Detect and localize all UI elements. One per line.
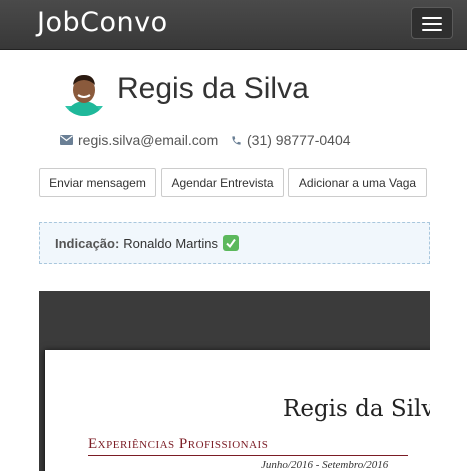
schedule-interview-button[interactable]: Agendar Entrevista bbox=[161, 168, 284, 197]
email-text: regis.silva@email.com bbox=[78, 132, 219, 148]
indicacao-value: Ronaldo Martins bbox=[123, 235, 218, 251]
phone-icon bbox=[232, 135, 241, 145]
email-contact[interactable]: regis.silva@email.com bbox=[60, 132, 218, 148]
hamburger-menu-icon bbox=[422, 17, 442, 19]
indicacao-box: Indicação: Ronaldo Martins bbox=[39, 222, 430, 264]
phone-text: (31) 98777-0404 bbox=[247, 132, 351, 148]
hamburger-menu-button[interactable] bbox=[411, 7, 453, 39]
phone-contact[interactable]: (31) 98777-0404 bbox=[231, 132, 351, 148]
check-mark-icon bbox=[222, 235, 239, 251]
candidate-name: Regis da Silva bbox=[117, 72, 309, 105]
resume-date-range: Junho/2016 - Setembro/2016 bbox=[261, 459, 389, 471]
resume-page: Regis da Silva Experiências Profissionai… bbox=[44, 350, 430, 471]
indicacao-label: Indicação: bbox=[55, 235, 120, 251]
resume-viewer[interactable]: Regis da Silva Experiências Profissionai… bbox=[39, 291, 430, 471]
add-to-job-button[interactable]: Adicionar a uma Vaga bbox=[288, 168, 427, 197]
avatar bbox=[61, 70, 107, 116]
navbar: JobConvo bbox=[0, 0, 467, 50]
send-message-button[interactable]: Enviar mensagem bbox=[39, 168, 156, 197]
section-divider bbox=[88, 455, 408, 456]
brand-logo[interactable]: JobConvo bbox=[37, 7, 168, 38]
resume-name: Regis da Silva bbox=[283, 396, 430, 422]
hamburger-line bbox=[422, 29, 442, 31]
resume-section-title: Experiências Profissionais bbox=[88, 436, 269, 452]
hamburger-line bbox=[422, 23, 442, 25]
envelope-icon bbox=[60, 135, 73, 145]
